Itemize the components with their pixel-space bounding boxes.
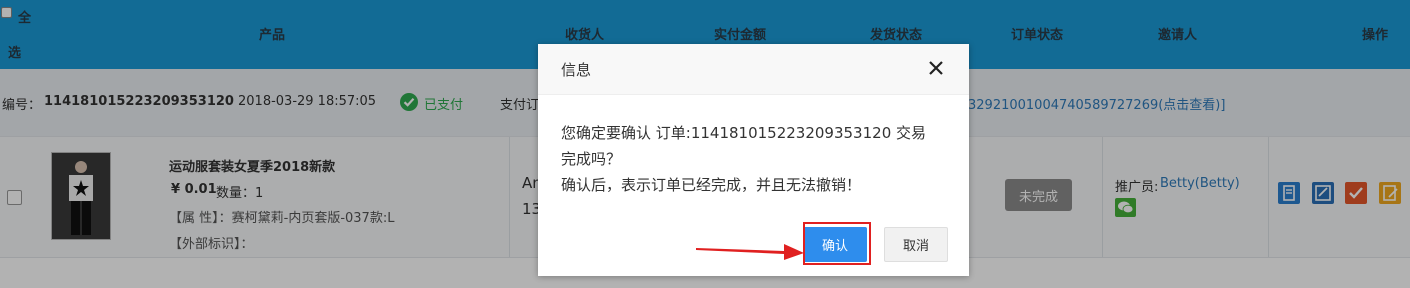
close-icon[interactable] [925,57,947,79]
cancel-button[interactable]: 取消 [884,227,948,262]
red-arrow-annotation [696,238,806,262]
dialog-header: 信息 [538,44,969,95]
dialog-title: 信息 [561,61,592,79]
dialog-message-line: 您确定要确认 订单:114181015223209353120 交易 [561,124,927,142]
dialog-message-line: 确认后，表示订单已经完成，并且无法撤销！ [561,176,862,194]
dialog-message-line: 完成吗？ [561,150,622,168]
dialog-message: 您确定要确认 订单:114181015223209353120 交易 完成吗？ … [561,120,951,198]
confirm-button-highlight [803,222,871,265]
